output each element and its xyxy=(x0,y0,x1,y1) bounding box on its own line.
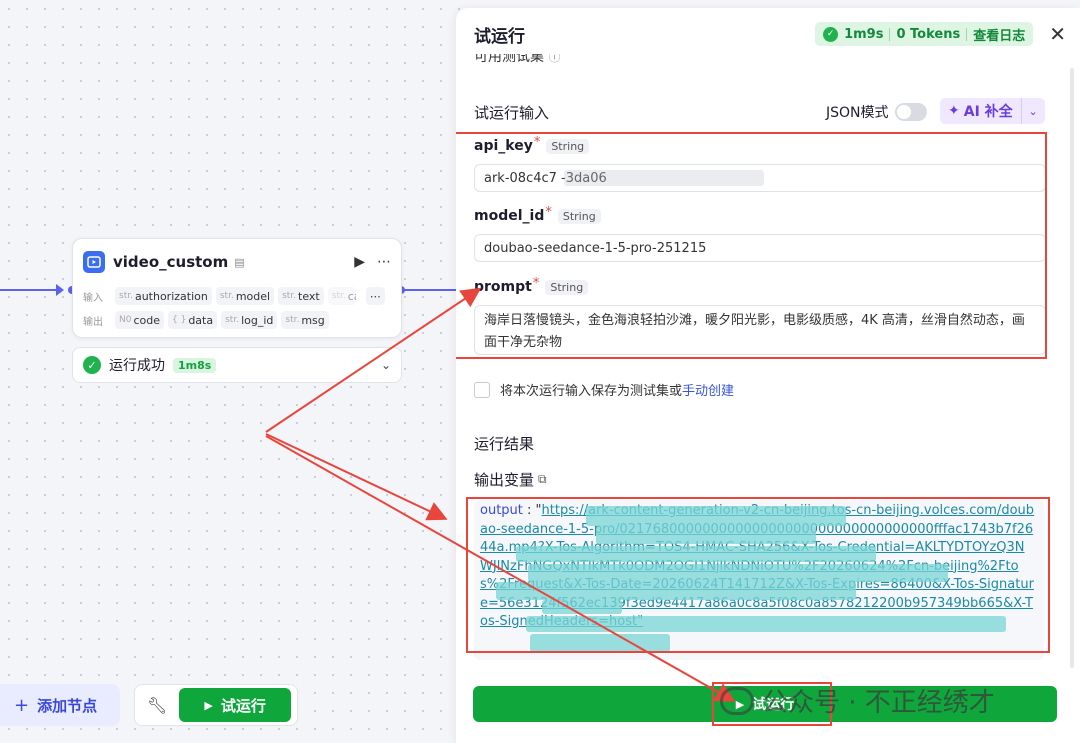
node-inputs-row: 输入 str. authorization str. model str. text … xyxy=(83,287,391,305)
output-vars-title: 输出变量 ⧉ xyxy=(474,471,547,489)
manual-create-link[interactable]: 手动创建 xyxy=(682,384,734,399)
input-section-title: 试运行输入 xyxy=(474,104,550,122)
save-testset-text: 将本次运行输入保存为测试集或 xyxy=(500,384,683,399)
wechat-icon xyxy=(720,686,754,715)
json-mode-label: JSON模式 xyxy=(826,105,889,121)
close-icon[interactable]: ✕ xyxy=(1049,24,1066,44)
canvas-run-label: 试运行 xyxy=(220,696,266,715)
input-pill: str.ca xyxy=(327,287,356,305)
run-node-icon[interactable]: ▶ xyxy=(354,254,365,270)
input-pill: str. authorization xyxy=(115,287,212,305)
testset-label: 可用测试集 ⓘ xyxy=(474,54,560,66)
panel-scrollbar[interactable] xyxy=(1070,68,1074,668)
ai-fill-label: AI 补全 xyxy=(963,104,1013,120)
workflow-node-video-custom[interactable]: video_custom ▤ ▶ ⋯ 输入 str. authorization … xyxy=(72,238,402,338)
status-time-badge: 1m8s xyxy=(173,357,217,373)
video-play-icon xyxy=(83,251,105,273)
ai-fill-dropdown[interactable]: ⌄ xyxy=(1020,98,1045,124)
plugin-icon: ▤ xyxy=(234,255,245,269)
plus-icon: + xyxy=(14,694,30,716)
save-testset-row: 将本次运行输入保存为测试集或手动创建 xyxy=(474,380,734,399)
workflow-canvas[interactable]: video_custom ▤ ▶ ⋯ 输入 str. authorization … xyxy=(0,0,456,743)
output-pill: str. msg xyxy=(281,311,329,329)
output-pill: str. log_id xyxy=(221,311,278,329)
node-title: video_custom xyxy=(113,253,229,271)
run-time: 1m9s xyxy=(844,26,884,42)
annotation-highlight-inputs xyxy=(456,132,1047,359)
watermark: 公众号 · 不正经绣才 xyxy=(720,682,995,719)
wrench-icon[interactable]: 🔧︎ xyxy=(147,696,167,715)
output-pill: N0 code xyxy=(115,311,164,329)
input-pill: str. model xyxy=(215,287,275,305)
copy-icon[interactable]: ⧉ xyxy=(538,472,547,487)
outgoing-edge xyxy=(404,289,456,291)
status-text: 运行成功 xyxy=(109,358,165,374)
output-pill: { } data xyxy=(168,311,218,329)
annotation-highlight-output xyxy=(466,497,1050,653)
add-node-label: 添加节点 xyxy=(37,696,98,715)
json-mode-toggle[interactable] xyxy=(894,103,927,121)
run-stats-badge: ✓ 1m9s 0 Tokens 查看日志 xyxy=(815,22,1034,46)
node-outputs-row: 输出 N0 code { } data str. log_id str. msg xyxy=(83,311,391,329)
save-testset-checkbox[interactable] xyxy=(474,381,490,398)
chevron-down-icon: ⌄ xyxy=(1028,104,1038,118)
add-node-button[interactable]: + 添加节点 xyxy=(0,684,120,726)
chevron-down-icon[interactable]: ⌄ xyxy=(381,358,391,372)
test-run-panel: 试运行 ✓ 1m9s 0 Tokens 查看日志 ✕ 可用测试集 ⓘ 试运行输入… xyxy=(456,8,1080,743)
success-check-icon: ✓ xyxy=(83,356,101,374)
success-check-icon: ✓ xyxy=(823,26,839,42)
more-icon[interactable]: ⋯ xyxy=(377,254,391,270)
input-pill: str. text xyxy=(278,287,324,305)
outputs-label: 输出 xyxy=(83,316,103,328)
json-mode-switch[interactable]: JSON模式 xyxy=(826,102,927,122)
canvas-run-button[interactable]: ▶ 试运行 xyxy=(179,688,291,722)
more-inputs-icon[interactable]: ⋯ xyxy=(365,287,385,305)
view-log-link[interactable]: 查看日志 xyxy=(973,25,1025,44)
ai-fill-button[interactable]: ✦ AI 补全 xyxy=(940,98,1021,124)
inputs-label: 输入 xyxy=(83,292,103,304)
incoming-edge xyxy=(0,284,64,296)
ai-fill-button-group: ✦ AI 补全 ⌄ xyxy=(940,98,1045,124)
info-icon: ⓘ xyxy=(548,54,561,64)
play-icon: ▶ xyxy=(204,698,213,712)
sparkle-icon: ✦ xyxy=(948,103,960,119)
panel-title: 试运行 xyxy=(474,26,525,47)
canvas-toolbar: 🔧︎ ▶ 试运行 xyxy=(134,684,298,726)
node-run-status[interactable]: ✓ 运行成功 1m8s ⌄ xyxy=(72,347,402,383)
tokens-count: 0 Tokens xyxy=(896,26,961,42)
result-section-title: 运行结果 xyxy=(474,435,535,453)
